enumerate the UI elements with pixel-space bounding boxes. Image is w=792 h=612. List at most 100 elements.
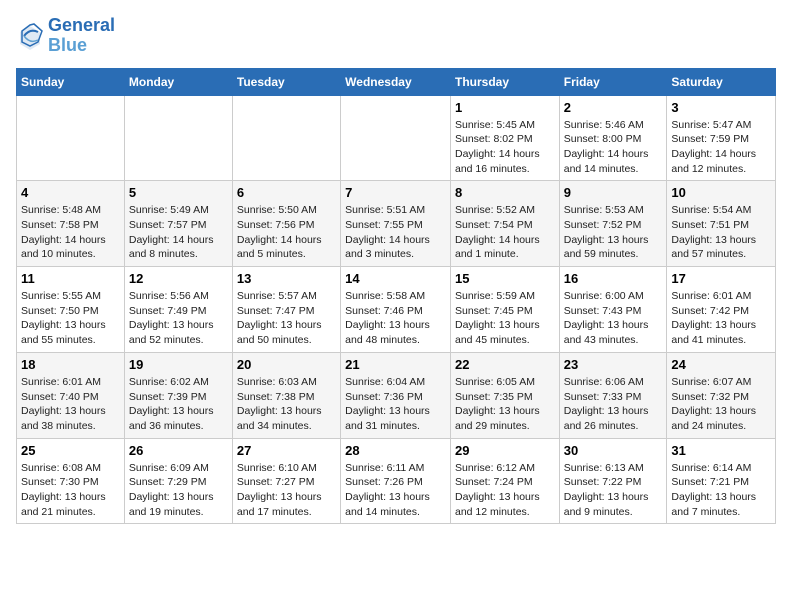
- calendar-cell: 6 Sunrise: 5:50 AM Sunset: 7:56 PM Daylig…: [232, 181, 340, 267]
- calendar-cell: 26 Sunrise: 6:09 AM Sunset: 7:29 PM Dayli…: [124, 438, 232, 524]
- header-monday: Monday: [124, 68, 232, 95]
- calendar-cell: 30 Sunrise: 6:13 AM Sunset: 7:22 PM Dayli…: [559, 438, 667, 524]
- logo: GeneralBlue: [16, 16, 115, 56]
- day-number: 24: [671, 357, 771, 372]
- day-info: Sunrise: 5:50 AM Sunset: 7:56 PM Dayligh…: [237, 203, 336, 262]
- day-number: 1: [455, 100, 555, 115]
- week-row-1: 1 Sunrise: 5:45 AM Sunset: 8:02 PM Daylig…: [17, 95, 776, 181]
- day-number: 19: [129, 357, 228, 372]
- calendar-cell: 21 Sunrise: 6:04 AM Sunset: 7:36 PM Dayli…: [341, 352, 451, 438]
- day-number: 18: [21, 357, 120, 372]
- day-number: 16: [564, 271, 663, 286]
- page-header: GeneralBlue: [16, 16, 776, 56]
- calendar-cell: 7 Sunrise: 5:51 AM Sunset: 7:55 PM Daylig…: [341, 181, 451, 267]
- calendar-cell: [341, 95, 451, 181]
- day-number: 9: [564, 185, 663, 200]
- header-saturday: Saturday: [667, 68, 776, 95]
- day-number: 23: [564, 357, 663, 372]
- day-info: Sunrise: 5:57 AM Sunset: 7:47 PM Dayligh…: [237, 289, 336, 348]
- day-info: Sunrise: 5:55 AM Sunset: 7:50 PM Dayligh…: [21, 289, 120, 348]
- day-number: 5: [129, 185, 228, 200]
- day-number: 30: [564, 443, 663, 458]
- calendar-cell: 4Sunrise: 5:48 AM Sunset: 7:58 PM Daylig…: [17, 181, 125, 267]
- calendar-cell: 20Sunrise: 6:03 AM Sunset: 7:38 PM Dayli…: [232, 352, 340, 438]
- day-number: 21: [345, 357, 446, 372]
- calendar-cell: 28 Sunrise: 6:11 AM Sunset: 7:26 PM Dayli…: [341, 438, 451, 524]
- day-number: 13: [237, 271, 336, 286]
- calendar-cell: 5 Sunrise: 5:49 AM Sunset: 7:57 PM Daylig…: [124, 181, 232, 267]
- calendar-cell: 19 Sunrise: 6:02 AM Sunset: 7:39 PM Dayli…: [124, 352, 232, 438]
- calendar-cell: 17Sunrise: 6:01 AM Sunset: 7:42 PM Dayli…: [667, 267, 776, 353]
- day-number: 6: [237, 185, 336, 200]
- day-number: 29: [455, 443, 555, 458]
- week-row-2: 4Sunrise: 5:48 AM Sunset: 7:58 PM Daylig…: [17, 181, 776, 267]
- day-number: 25: [21, 443, 120, 458]
- calendar-cell: [124, 95, 232, 181]
- day-info: Sunrise: 6:00 AM Sunset: 7:43 PM Dayligh…: [564, 289, 663, 348]
- calendar-cell: 14 Sunrise: 5:58 AM Sunset: 7:46 PM Dayli…: [341, 267, 451, 353]
- header-sunday: Sunday: [17, 68, 125, 95]
- day-info: Sunrise: 6:06 AM Sunset: 7:33 PM Dayligh…: [564, 375, 663, 434]
- calendar-cell: 8 Sunrise: 5:52 AM Sunset: 7:54 PM Daylig…: [450, 181, 559, 267]
- day-info: Sunrise: 5:45 AM Sunset: 8:02 PM Dayligh…: [455, 118, 555, 177]
- day-number: 28: [345, 443, 446, 458]
- calendar-cell: 13 Sunrise: 5:57 AM Sunset: 7:47 PM Dayli…: [232, 267, 340, 353]
- day-info: Sunrise: 6:03 AM Sunset: 7:38 PM Dayligh…: [237, 375, 336, 434]
- day-info: Sunrise: 6:12 AM Sunset: 7:24 PM Dayligh…: [455, 461, 555, 520]
- day-info: Sunrise: 5:51 AM Sunset: 7:55 PM Dayligh…: [345, 203, 446, 262]
- calendar-cell: 25Sunrise: 6:08 AM Sunset: 7:30 PM Dayli…: [17, 438, 125, 524]
- day-number: 11: [21, 271, 120, 286]
- day-info: Sunrise: 6:04 AM Sunset: 7:36 PM Dayligh…: [345, 375, 446, 434]
- day-info: Sunrise: 5:52 AM Sunset: 7:54 PM Dayligh…: [455, 203, 555, 262]
- day-number: 26: [129, 443, 228, 458]
- calendar-cell: 22 Sunrise: 6:05 AM Sunset: 7:35 PM Dayli…: [450, 352, 559, 438]
- logo-icon: [16, 22, 44, 50]
- day-number: 22: [455, 357, 555, 372]
- day-number: 31: [671, 443, 771, 458]
- day-info: Sunrise: 6:01 AM Sunset: 7:42 PM Dayligh…: [671, 289, 771, 348]
- calendar-cell: 11 Sunrise: 5:55 AM Sunset: 7:50 PM Dayli…: [17, 267, 125, 353]
- day-info: Sunrise: 5:54 AM Sunset: 7:51 PM Dayligh…: [671, 203, 771, 262]
- day-info: Sunrise: 6:13 AM Sunset: 7:22 PM Dayligh…: [564, 461, 663, 520]
- day-info: Sunrise: 5:58 AM Sunset: 7:46 PM Dayligh…: [345, 289, 446, 348]
- day-info: Sunrise: 6:11 AM Sunset: 7:26 PM Dayligh…: [345, 461, 446, 520]
- day-number: 7: [345, 185, 446, 200]
- day-number: 10: [671, 185, 771, 200]
- day-info: Sunrise: 6:05 AM Sunset: 7:35 PM Dayligh…: [455, 375, 555, 434]
- calendar-cell: 24 Sunrise: 6:07 AM Sunset: 7:32 PM Dayli…: [667, 352, 776, 438]
- calendar-cell: 3Sunrise: 5:47 AM Sunset: 7:59 PM Daylig…: [667, 95, 776, 181]
- calendar-cell: 16 Sunrise: 6:00 AM Sunset: 7:43 PM Dayli…: [559, 267, 667, 353]
- calendar-table: SundayMondayTuesdayWednesdayThursdayFrid…: [16, 68, 776, 525]
- day-info: Sunrise: 6:07 AM Sunset: 7:32 PM Dayligh…: [671, 375, 771, 434]
- calendar-cell: 31 Sunrise: 6:14 AM Sunset: 7:21 PM Dayli…: [667, 438, 776, 524]
- header-friday: Friday: [559, 68, 667, 95]
- calendar-cell: 15 Sunrise: 5:59 AM Sunset: 7:45 PM Dayli…: [450, 267, 559, 353]
- day-info: Sunrise: 6:10 AM Sunset: 7:27 PM Dayligh…: [237, 461, 336, 520]
- calendar-cell: 2Sunrise: 5:46 AM Sunset: 8:00 PM Daylig…: [559, 95, 667, 181]
- calendar-cell: 27 Sunrise: 6:10 AM Sunset: 7:27 PM Dayli…: [232, 438, 340, 524]
- day-info: Sunrise: 5:48 AM Sunset: 7:58 PM Dayligh…: [21, 203, 120, 262]
- day-info: Sunrise: 5:49 AM Sunset: 7:57 PM Dayligh…: [129, 203, 228, 262]
- logo-text: GeneralBlue: [48, 16, 115, 56]
- calendar-cell: 18 Sunrise: 6:01 AM Sunset: 7:40 PM Dayli…: [17, 352, 125, 438]
- calendar-cell: 1 Sunrise: 5:45 AM Sunset: 8:02 PM Daylig…: [450, 95, 559, 181]
- day-info: Sunrise: 6:14 AM Sunset: 7:21 PM Dayligh…: [671, 461, 771, 520]
- calendar-cell: 29 Sunrise: 6:12 AM Sunset: 7:24 PM Dayli…: [450, 438, 559, 524]
- day-info: Sunrise: 6:02 AM Sunset: 7:39 PM Dayligh…: [129, 375, 228, 434]
- day-info: Sunrise: 6:09 AM Sunset: 7:29 PM Dayligh…: [129, 461, 228, 520]
- day-info: Sunrise: 6:01 AM Sunset: 7:40 PM Dayligh…: [21, 375, 120, 434]
- day-number: 14: [345, 271, 446, 286]
- day-info: Sunrise: 5:47 AM Sunset: 7:59 PM Dayligh…: [671, 118, 771, 177]
- calendar-cell: 9Sunrise: 5:53 AM Sunset: 7:52 PM Daylig…: [559, 181, 667, 267]
- week-row-3: 11 Sunrise: 5:55 AM Sunset: 7:50 PM Dayli…: [17, 267, 776, 353]
- calendar-cell: 12Sunrise: 5:56 AM Sunset: 7:49 PM Dayli…: [124, 267, 232, 353]
- week-row-5: 25Sunrise: 6:08 AM Sunset: 7:30 PM Dayli…: [17, 438, 776, 524]
- calendar-cell: [17, 95, 125, 181]
- day-number: 12: [129, 271, 228, 286]
- day-number: 15: [455, 271, 555, 286]
- calendar-cell: [232, 95, 340, 181]
- day-info: Sunrise: 5:46 AM Sunset: 8:00 PM Dayligh…: [564, 118, 663, 177]
- day-info: Sunrise: 5:59 AM Sunset: 7:45 PM Dayligh…: [455, 289, 555, 348]
- day-number: 27: [237, 443, 336, 458]
- day-number: 8: [455, 185, 555, 200]
